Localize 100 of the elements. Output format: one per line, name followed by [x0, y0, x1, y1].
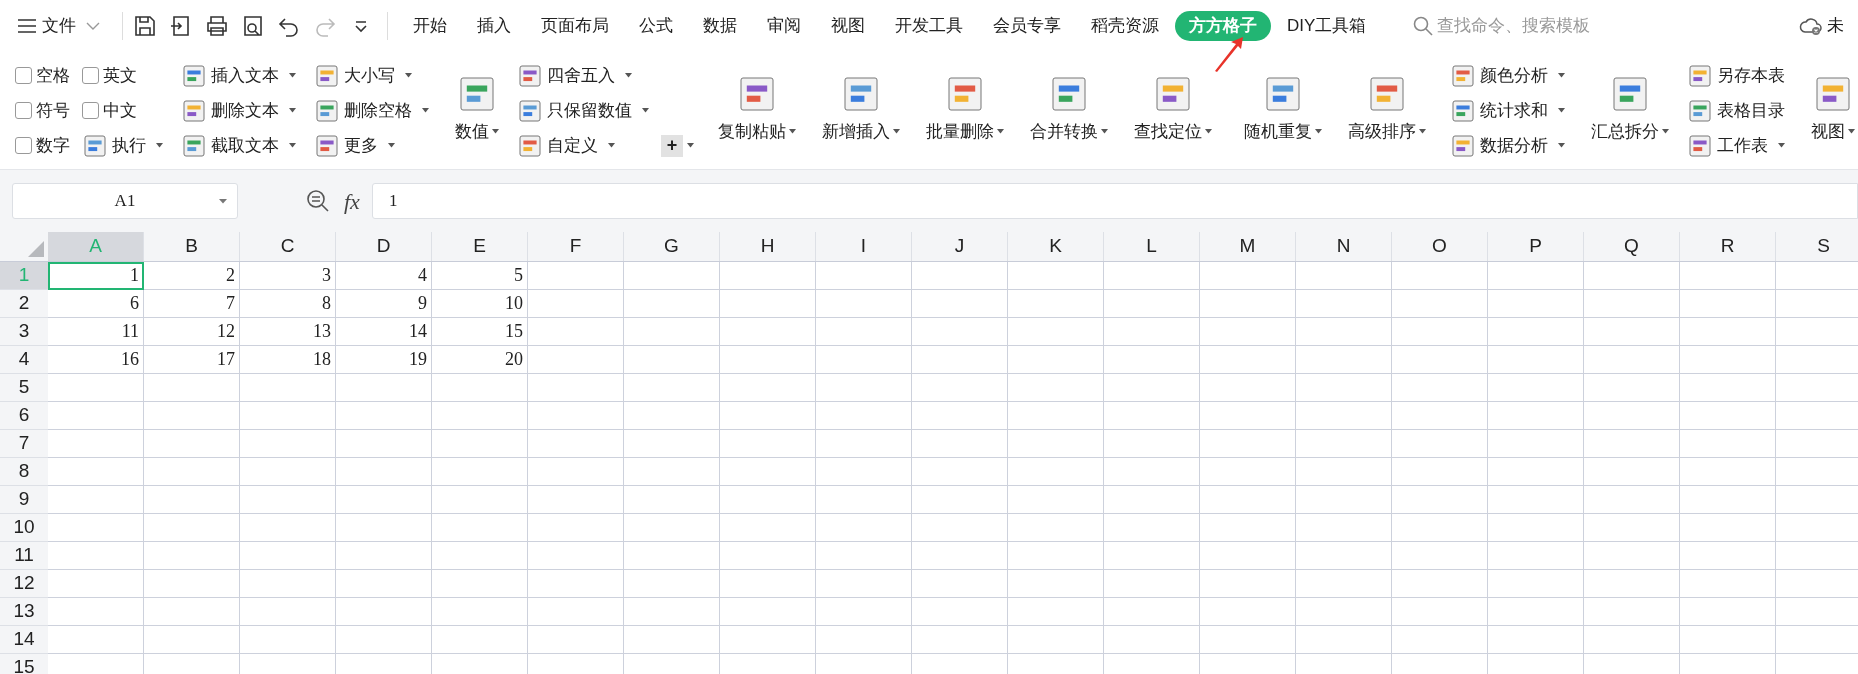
- empty-cell[interactable]: [1008, 318, 1104, 346]
- empty-cell[interactable]: [816, 262, 912, 290]
- column-header[interactable]: N: [1296, 232, 1392, 261]
- ribbon-button[interactable]: 颜色分析: [1450, 60, 1567, 91]
- empty-cell[interactable]: [1488, 346, 1584, 374]
- table-cell[interactable]: 15: [432, 318, 528, 346]
- empty-cell[interactable]: [1008, 570, 1104, 598]
- table-cell[interactable]: 1: [48, 262, 144, 290]
- empty-cell[interactable]: [912, 514, 1008, 542]
- empty-cell[interactable]: [1104, 486, 1200, 514]
- empty-cell[interactable]: [912, 374, 1008, 402]
- empty-cell[interactable]: [240, 626, 336, 654]
- empty-cell[interactable]: [1488, 626, 1584, 654]
- empty-cell[interactable]: [1104, 598, 1200, 626]
- empty-cell[interactable]: [1392, 514, 1488, 542]
- empty-cell[interactable]: [1200, 262, 1296, 290]
- empty-cell[interactable]: [1584, 542, 1680, 570]
- empty-cell[interactable]: [240, 402, 336, 430]
- empty-cell[interactable]: [1680, 374, 1776, 402]
- empty-cell[interactable]: [912, 262, 1008, 290]
- column-header[interactable]: L: [1104, 232, 1200, 261]
- empty-cell[interactable]: [1008, 486, 1104, 514]
- empty-cell[interactable]: [1392, 626, 1488, 654]
- empty-cell[interactable]: [1008, 514, 1104, 542]
- empty-cell[interactable]: [528, 626, 624, 654]
- empty-cell[interactable]: [240, 430, 336, 458]
- empty-cell[interactable]: [1680, 346, 1776, 374]
- empty-cell[interactable]: [1296, 402, 1392, 430]
- column-header[interactable]: M: [1200, 232, 1296, 261]
- row-header[interactable]: 14: [0, 626, 48, 654]
- empty-cell[interactable]: [1008, 402, 1104, 430]
- table-cell[interactable]: 9: [336, 290, 432, 318]
- checkbox[interactable]: 英文: [82, 60, 165, 91]
- table-cell[interactable]: 19: [336, 346, 432, 374]
- empty-cell[interactable]: [240, 570, 336, 598]
- empty-cell[interactable]: [240, 458, 336, 486]
- empty-cell[interactable]: [816, 346, 912, 374]
- empty-cell[interactable]: [1008, 430, 1104, 458]
- empty-cell[interactable]: [1488, 290, 1584, 318]
- empty-cell[interactable]: [1680, 430, 1776, 458]
- empty-cell[interactable]: [1296, 346, 1392, 374]
- column-header[interactable]: S: [1776, 232, 1858, 261]
- empty-cell[interactable]: [624, 430, 720, 458]
- empty-cell[interactable]: [720, 430, 816, 458]
- empty-cell[interactable]: [144, 458, 240, 486]
- table-cell[interactable]: 6: [48, 290, 144, 318]
- empty-cell[interactable]: [528, 542, 624, 570]
- table-cell[interactable]: 11: [48, 318, 144, 346]
- column-header[interactable]: O: [1392, 232, 1488, 261]
- empty-cell[interactable]: [1584, 402, 1680, 430]
- empty-cell[interactable]: [1104, 570, 1200, 598]
- ribbon-tab[interactable]: 稻壳资源: [1076, 11, 1174, 41]
- file-menu[interactable]: 文件: [0, 6, 118, 46]
- table-cell[interactable]: 8: [240, 290, 336, 318]
- empty-cell[interactable]: [1584, 486, 1680, 514]
- column-header[interactable]: I: [816, 232, 912, 261]
- empty-cell[interactable]: [1008, 626, 1104, 654]
- ribbon-button[interactable]: 只保留数值: [517, 95, 651, 126]
- table-cell[interactable]: 7: [144, 290, 240, 318]
- empty-cell[interactable]: [1296, 374, 1392, 402]
- empty-cell[interactable]: [624, 290, 720, 318]
- column-header[interactable]: D: [336, 232, 432, 261]
- empty-cell[interactable]: [1584, 374, 1680, 402]
- empty-cell[interactable]: [1488, 486, 1584, 514]
- checkbox[interactable]: 空格: [15, 60, 72, 91]
- empty-cell[interactable]: [336, 430, 432, 458]
- empty-cell[interactable]: [912, 458, 1008, 486]
- empty-cell[interactable]: [432, 430, 528, 458]
- row-header[interactable]: 6: [0, 402, 48, 430]
- empty-cell[interactable]: [1488, 570, 1584, 598]
- empty-cell[interactable]: [528, 598, 624, 626]
- empty-cell[interactable]: [624, 402, 720, 430]
- empty-cell[interactable]: [144, 626, 240, 654]
- empty-cell[interactable]: [720, 458, 816, 486]
- empty-cell[interactable]: [1488, 374, 1584, 402]
- ribbon-button[interactable]: 插入文本: [181, 60, 298, 91]
- ribbon-button[interactable]: 数据分析: [1450, 130, 1567, 161]
- empty-cell[interactable]: [1296, 486, 1392, 514]
- ribbon-button[interactable]: 合并转换: [1022, 58, 1116, 163]
- empty-cell[interactable]: [1200, 626, 1296, 654]
- empty-cell[interactable]: [1104, 262, 1200, 290]
- empty-cell[interactable]: [720, 290, 816, 318]
- ribbon-button[interactable]: 大小写: [314, 60, 431, 91]
- row-header[interactable]: 15: [0, 654, 48, 674]
- ribbon-button[interactable]: 四舍五入: [517, 60, 651, 91]
- empty-cell[interactable]: [816, 458, 912, 486]
- empty-cell[interactable]: [1104, 402, 1200, 430]
- empty-cell[interactable]: [1584, 318, 1680, 346]
- empty-cell[interactable]: [816, 626, 912, 654]
- formula-field[interactable]: 1: [371, 183, 1858, 219]
- empty-cell[interactable]: [1392, 318, 1488, 346]
- ribbon-tab[interactable]: 视图: [816, 11, 880, 41]
- ribbon-tab[interactable]: 开始: [398, 11, 462, 41]
- empty-cell[interactable]: [528, 318, 624, 346]
- table-cell[interactable]: 20: [432, 346, 528, 374]
- empty-cell[interactable]: [1488, 318, 1584, 346]
- empty-cell[interactable]: [1200, 430, 1296, 458]
- empty-cell[interactable]: [720, 598, 816, 626]
- empty-cell[interactable]: [144, 402, 240, 430]
- empty-cell[interactable]: [1200, 486, 1296, 514]
